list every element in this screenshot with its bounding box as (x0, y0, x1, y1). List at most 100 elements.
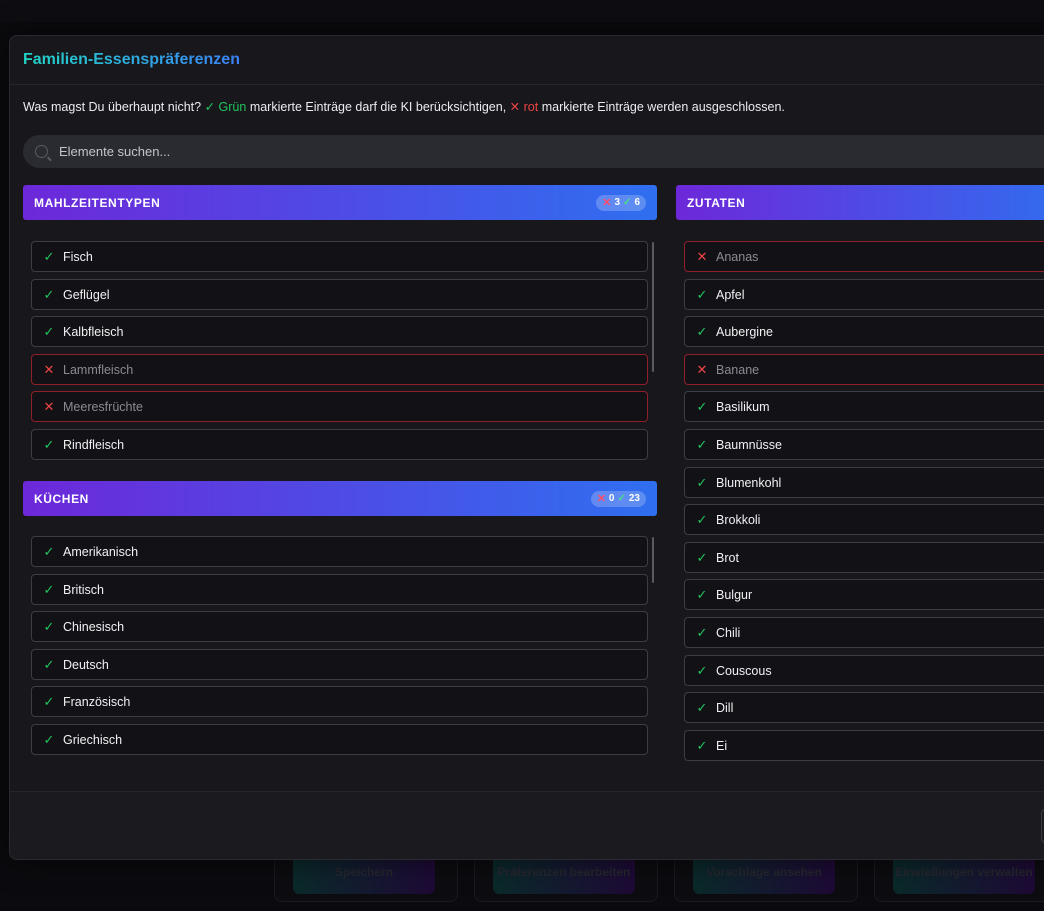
list-item-label: Bulgur (716, 587, 753, 602)
list-item-label: Ananas (716, 249, 759, 264)
instruction-text: Was magst Du überhaupt nicht? ✓ Grün mar… (23, 99, 785, 114)
list-item[interactable]: ✓ Rindfleisch (31, 429, 648, 460)
list-item-label: Apfel (716, 287, 745, 302)
check-icon: ✓ (43, 731, 55, 747)
check-icon: ✓ (43, 323, 55, 339)
list-kuechen: ✓ Amerikanisch ✓ Britisch ✓ Chinesisch ✓ Deutsc… (31, 535, 650, 760)
check-icon: ✓ (43, 436, 55, 452)
included-count: 6 (634, 197, 640, 208)
list-item-label: Aubergine (716, 324, 773, 339)
list-item-label: Ei (716, 738, 728, 753)
check-icon: ✓ (43, 656, 55, 672)
check-icon: ✓ (696, 737, 708, 753)
list-item[interactable]: ✓ Bulgur (684, 579, 1044, 610)
list-item-label: Banane (716, 362, 760, 377)
list-item[interactable]: ✓ Chinesisch (31, 611, 648, 642)
list-item[interactable]: ✕ Ananas (684, 241, 1044, 272)
cross-icon: ✕ (43, 398, 55, 414)
check-icon: ✓ (696, 662, 708, 678)
list-item[interactable]: ✓ Aubergine (684, 316, 1044, 347)
check-icon: ✓ (696, 511, 708, 527)
list-item[interactable]: ✓ Britisch (31, 574, 648, 605)
excluded-count: 3 (614, 197, 621, 208)
list-item[interactable]: ✕ Meeresfrüchte (31, 391, 648, 422)
list-item-label: Basilikum (716, 399, 770, 414)
check-icon: ✓ (43, 248, 55, 264)
list-item[interactable]: ✓ Geflügel (31, 279, 648, 310)
included-count: 23 (628, 493, 640, 504)
list-item[interactable]: ✓ Baumnüsse (684, 429, 1044, 460)
list-item-label: Chili (716, 625, 741, 640)
search-icon (35, 145, 48, 158)
cross-icon: ✕ (43, 361, 55, 377)
excluded-count: 0 (608, 493, 615, 504)
list-item[interactable]: ✓ Brokkoli (684, 504, 1044, 535)
modal-footer (10, 792, 1044, 859)
check-icon: ✓ (43, 581, 55, 597)
list-item[interactable]: ✓ Dill (684, 692, 1044, 723)
list-item[interactable]: ✓ Deutsch (31, 649, 648, 680)
list-item-label: Griechisch (63, 732, 123, 747)
check-icon: ✓ (696, 624, 708, 640)
list-item-label: Rindfleisch (63, 437, 125, 452)
section-header-kuechen: KÜCHEN ✕ 0 ✓ 23 (23, 481, 657, 516)
instruction-red-word: rot (523, 100, 539, 114)
check-icon: ✓ (696, 699, 708, 715)
list-item-label: Fisch (63, 249, 93, 264)
cross-icon: ✕ (596, 493, 606, 505)
list-item-label: Geflügel (63, 287, 110, 302)
cross-icon: ✕ (696, 248, 708, 264)
list-item-label: Brot (716, 550, 739, 565)
list-item-label: Französisch (63, 694, 131, 709)
section-header-mahlzeitentypen: MAHLZEITENTYPEN ✕ 3 ✓ 6 (23, 185, 657, 220)
list-item[interactable]: ✓ Französisch (31, 686, 648, 717)
list-item-label: Amerikanisch (63, 544, 139, 559)
scrollbar-kuechen[interactable] (652, 537, 654, 583)
scrollbar-mahlzeitentypen[interactable] (652, 242, 654, 372)
list-item[interactable]: ✓ Kalbfleisch (31, 316, 648, 347)
list-item[interactable]: ✓ Brot (684, 542, 1044, 573)
list-item[interactable]: ✓ Chili (684, 617, 1044, 648)
list-item-label: Dill (716, 700, 734, 715)
list-item[interactable]: ✓ Blumenkohl (684, 467, 1044, 498)
section-title-zutaten: ZUTATEN (687, 195, 746, 210)
instruction-green-word: Grün (218, 100, 247, 114)
list-item[interactable]: ✓ Amerikanisch (31, 536, 648, 567)
list-item-label: Chinesisch (63, 619, 125, 634)
section-title-kuechen: KÜCHEN (34, 491, 89, 506)
list-item-label: Brokkoli (716, 512, 761, 527)
list-item[interactable]: ✓ Couscous (684, 655, 1044, 686)
list-item[interactable]: ✓ Apfel (684, 279, 1044, 310)
section-title-mahlzeitentypen: MAHLZEITENTYPEN (34, 195, 161, 210)
list-item-label: Blumenkohl (716, 475, 782, 490)
cross-icon: ✕ (696, 361, 708, 377)
list-item[interactable]: ✓ Ei (684, 730, 1044, 761)
list-item[interactable]: ✓ Basilikum (684, 391, 1044, 422)
check-icon: ✓ (623, 197, 632, 208)
modal-title: Familien-Essenspräferenzen (23, 51, 240, 68)
list-item-label: Lammfleisch (63, 362, 134, 377)
section-header-zutaten: ZUTATEN (676, 185, 1044, 220)
instruction-middle: markierte Einträge darf die KI berücksic… (246, 100, 510, 114)
list-item-label: Kalbfleisch (63, 324, 124, 339)
list-item[interactable]: ✓ Griechisch (31, 724, 648, 755)
search-input[interactable] (57, 143, 961, 160)
search-bar[interactable] (23, 135, 1044, 168)
cross-icon: ✕ (509, 100, 521, 114)
check-icon: ✓ (696, 436, 708, 452)
instruction-suffix: markierte Einträge werden ausgeschlossen… (538, 100, 785, 114)
count-badge-mahlzeitentypen: ✕ 3 ✓ 6 (596, 194, 646, 211)
header-divider (10, 84, 1044, 85)
list-item[interactable]: ✓ Fisch (31, 241, 648, 272)
list-item[interactable]: ✕ Banane (684, 354, 1044, 385)
list-zutaten: ✕ Ananas ✓ Apfel ✓ Aubergine ✕ Banane ✓ Basilikum… (684, 240, 1044, 765)
check-icon: ✓ (617, 493, 626, 504)
cross-icon: ✕ (602, 197, 612, 209)
list-mahlzeitentypen: ✓ Fisch ✓ Geflügel ✓ Kalbfleisch ✕ Lammfleisch ✕… (31, 240, 650, 460)
background-topbar (0, 0, 1044, 22)
check-icon: ✓ (43, 693, 55, 709)
list-item[interactable]: ✕ Lammfleisch (31, 354, 648, 385)
list-item-label: Britisch (63, 582, 104, 597)
instruction-prefix: Was magst Du überhaupt nicht? (23, 100, 205, 114)
check-icon: ✓ (696, 549, 708, 565)
